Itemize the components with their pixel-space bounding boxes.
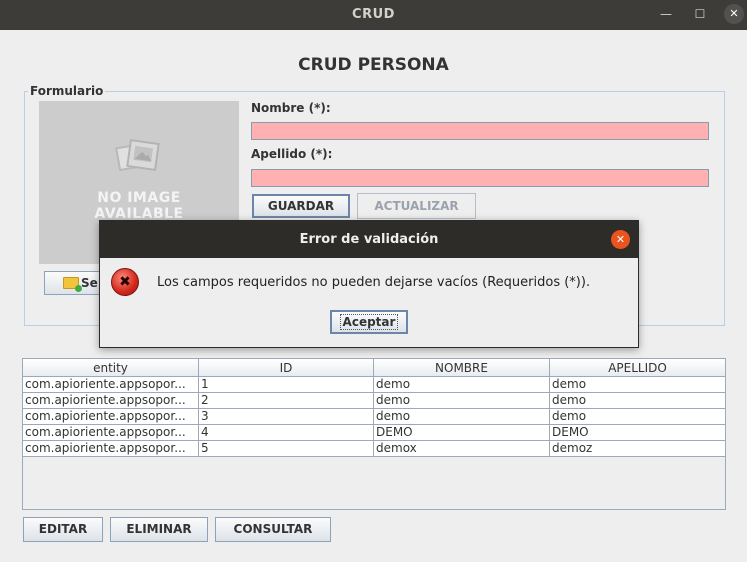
apellido-label: Apellido (*):: [251, 147, 333, 161]
validation-error-dialog[interactable]: Error de validación ✕ ✖ Los campos reque…: [99, 220, 639, 348]
eliminar-button[interactable]: ELIMINAR: [110, 517, 208, 542]
consultar-button[interactable]: CONSULTAR: [215, 517, 331, 542]
table-row[interactable]: com.apioriente.appsopor... 5 demox demoz: [23, 441, 725, 457]
close-icon[interactable]: ✕: [611, 230, 630, 249]
table-cell: demo: [552, 409, 587, 423]
table-cell: demo: [374, 393, 550, 409]
table-cell: demo: [374, 409, 550, 425]
photo-placeholder-line1: NO IMAGE: [97, 190, 181, 206]
folder-add-icon: [63, 277, 82, 292]
table-cell: demo: [552, 393, 587, 407]
table-cell: 5: [199, 441, 374, 457]
table-cell: com.apioriente.appsopor...: [23, 409, 199, 425]
table-row[interactable]: com.apioriente.appsopor... 1 demo demo: [23, 377, 725, 393]
table-cell: 3: [199, 409, 374, 425]
image-placeholder-icon: [115, 139, 160, 172]
column-header-id[interactable]: ID: [199, 359, 374, 377]
table-cell: com.apioriente.appsopor...: [23, 377, 199, 393]
table-cell: 1: [199, 377, 374, 393]
dialog-title: Error de validación: [299, 232, 439, 247]
column-header-entity[interactable]: entity: [23, 359, 199, 377]
table-row[interactable]: com.apioriente.appsopor... 2 demo demo: [23, 393, 725, 409]
maximize-icon[interactable]: ☐: [691, 5, 709, 23]
apellido-field[interactable]: [251, 169, 709, 187]
error-icon: ✖: [111, 268, 139, 296]
dialog-titlebar[interactable]: Error de validación ✕: [100, 221, 638, 258]
select-image-label: Se: [81, 276, 98, 290]
nombre-field[interactable]: [251, 122, 709, 140]
aceptar-label: Aceptar: [339, 314, 399, 330]
table-cell: com.apioriente.appsopor...: [23, 441, 199, 457]
actualizar-button: ACTUALIZAR: [357, 193, 476, 219]
table-cell: demoz: [552, 441, 593, 455]
table-row[interactable]: com.apioriente.appsopor... 3 demo demo: [23, 409, 725, 425]
persona-table[interactable]: entity ID NOMBRE APELLIDO com.apioriente…: [22, 358, 726, 510]
table-cell: com.apioriente.appsopor...: [23, 425, 199, 441]
table-cell: demox: [374, 441, 550, 457]
window-titlebar[interactable]: CRUD — ☐ ✕: [0, 0, 747, 30]
table-cell: demo: [552, 377, 587, 391]
column-header-apellido[interactable]: APELLIDO: [550, 359, 725, 377]
page-title: CRUD PERSONA: [298, 55, 449, 75]
form-group-title: Formulario: [28, 84, 106, 98]
dialog-message: Los campos requeridos no pueden dejarse …: [157, 275, 591, 290]
table-cell: 4: [199, 425, 374, 441]
minimize-icon[interactable]: —: [657, 5, 675, 23]
table-cell: com.apioriente.appsopor...: [23, 393, 199, 409]
table-header: entity ID NOMBRE APELLIDO: [23, 359, 725, 377]
column-header-nombre[interactable]: NOMBRE: [374, 359, 550, 377]
close-icon[interactable]: ✕: [724, 4, 744, 24]
editar-button[interactable]: EDITAR: [23, 517, 103, 542]
table-cell: DEMO: [552, 425, 589, 439]
guardar-button[interactable]: GUARDAR: [252, 194, 350, 218]
window-title: CRUD: [352, 7, 395, 22]
table-cell: DEMO: [374, 425, 550, 441]
aceptar-button[interactable]: Aceptar: [330, 310, 408, 334]
table-row[interactable]: com.apioriente.appsopor... 4 DEMO DEMO: [23, 425, 725, 441]
table-cell: demo: [374, 377, 550, 393]
table-cell: 2: [199, 393, 374, 409]
nombre-label: Nombre (*):: [251, 101, 331, 115]
